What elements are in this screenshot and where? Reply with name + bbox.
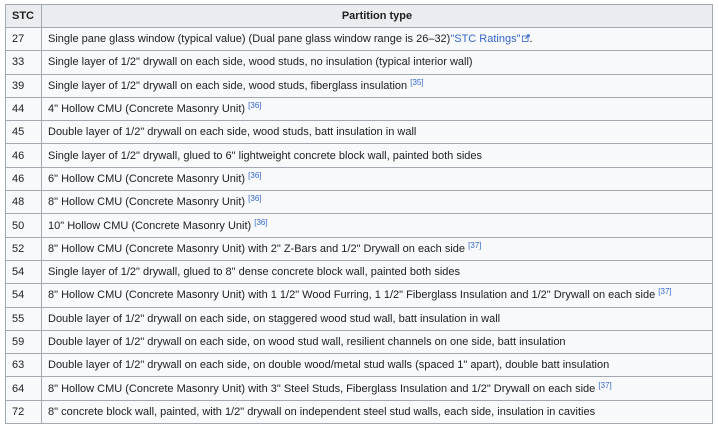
table-row: 54 8" Hollow CMU (Concrete Masonry Unit) … — [5, 283, 713, 308]
partition-type-cell: Double layer of 1/2" drywall on each sid… — [41, 306, 713, 331]
partition-type-text: 8" Hollow CMU (Concrete Masonry Unit) wi… — [48, 382, 596, 395]
partition-type-cell: 10" Hollow CMU (Concrete Masonry Unit) [… — [41, 213, 713, 238]
citation-link[interactable]: [36] — [248, 194, 261, 203]
partition-type-text: 8" concrete block wall, painted, with 1/… — [48, 405, 596, 418]
partition-type-text: Double layer of 1/2" drywall on each sid… — [48, 312, 501, 325]
partition-type-text: 10" Hollow CMU (Concrete Masonry Unit) — [48, 219, 252, 232]
table-row: 39 Single layer of 1/2" drywall on each s… — [5, 73, 713, 98]
table-row: 63 Double layer of 1/2" drywall on each s… — [5, 353, 713, 378]
table-row: 27 Single pane glass window (typical valu… — [5, 26, 713, 52]
stc-value: 52 — [5, 236, 42, 261]
citation-ref: [37] — [468, 241, 481, 250]
external-link-label: "STC Ratings" — [450, 33, 521, 46]
partition-type-cell: 8" Hollow CMU (Concrete Masonry Unit) wi… — [41, 283, 713, 308]
stc-value: 46 — [5, 143, 42, 168]
partition-type-cell: Double layer of 1/2" drywall on each sid… — [41, 120, 713, 145]
stc-value: 39 — [5, 73, 42, 98]
partition-type-cell: Double layer of 1/2" drywall on each sid… — [41, 329, 713, 355]
citation-ref: [36] — [248, 101, 261, 110]
stc-value: 64 — [5, 376, 42, 401]
citation-ref: [37] — [658, 287, 671, 296]
partition-type-cell: 8" Hollow CMU (Concrete Masonry Unit) wi… — [41, 376, 713, 401]
stc-value: 33 — [5, 50, 42, 75]
partition-type-text: 8" Hollow CMU (Concrete Masonry Unit) wi… — [48, 242, 466, 255]
partition-type-text: Single layer of 1/2" drywall, glued to 8… — [48, 266, 460, 279]
stc-value: 48 — [5, 190, 42, 215]
stc-value: 54 — [5, 283, 42, 308]
partition-type-text: Double layer of 1/2" drywall on each sid… — [48, 336, 566, 348]
partition-type-text: Single layer of 1/2" drywall, glued to 6… — [48, 149, 483, 162]
stc-value: 50 — [5, 213, 42, 238]
citation-link[interactable]: [37] — [468, 241, 481, 250]
stc-value: 54 — [5, 259, 42, 285]
partition-type-text: Double layer of 1/2" drywall on each sid… — [48, 126, 417, 139]
table-row: 46 Single layer of 1/2" drywall, glued to… — [5, 143, 713, 168]
citation-link[interactable]: [37] — [658, 287, 671, 296]
table-row: 44 4" Hollow CMU (Concrete Masonry Unit) … — [5, 96, 713, 122]
table-row: 55 Double layer of 1/2" drywall on each s… — [5, 306, 713, 331]
table-row: 33 Single layer of 1/2" drywall on each s… — [5, 50, 713, 75]
table-row: 46 6" Hollow CMU (Concrete Masonry Unit) … — [5, 166, 713, 192]
table-row: 54 Single layer of 1/2" drywall, glued to… — [5, 259, 713, 285]
stc-value: 46 — [5, 166, 42, 192]
stc-ratings-table: STC Partition type 27 Single pane glass w… — [5, 4, 713, 425]
partition-type-text: 8" Hollow CMU (Concrete Masonry Unit) wi… — [48, 289, 656, 302]
table-row: 52 8" Hollow CMU (Concrete Masonry Unit) … — [5, 236, 713, 261]
citation-ref: [36] — [254, 218, 267, 227]
partition-type-cell: 4" Hollow CMU (Concrete Masonry Unit) [3… — [41, 96, 713, 122]
table-row: 50 10" Hollow CMU (Concrete Masonry Unit)… — [5, 213, 713, 238]
partition-type-text: 4" Hollow CMU (Concrete Masonry Unit) — [48, 103, 246, 116]
table-row: 45 Double layer of 1/2" drywall on each s… — [5, 120, 713, 145]
column-header-partition-type[interactable]: Partition type — [41, 4, 713, 28]
partition-type-text: Single pane glass window (typical value)… — [48, 33, 451, 46]
stc-value: 72 — [5, 399, 42, 425]
citation-ref: [35] — [410, 78, 423, 87]
citation-link[interactable]: [36] — [248, 101, 261, 110]
table-row: 59 Double layer of 1/2" drywall on each s… — [5, 329, 713, 355]
stc-value: 55 — [5, 306, 42, 331]
table-header-row: STC Partition type — [5, 4, 713, 28]
table-row: 64 8" Hollow CMU (Concrete Masonry Unit) … — [5, 376, 713, 401]
citation-ref: [36] — [248, 194, 261, 203]
table-body: 27 Single pane glass window (typical valu… — [5, 26, 713, 425]
partition-type-text: Single layer of 1/2" drywall on each sid… — [48, 79, 408, 92]
partition-type-cell: Single layer of 1/2" drywall on each sid… — [41, 50, 713, 75]
stc-value: 44 — [5, 96, 42, 122]
citation-link[interactable]: [36] — [254, 218, 267, 227]
partition-type-text: 6" Hollow CMU (Concrete Masonry Unit) — [48, 172, 246, 185]
stc-value: 59 — [5, 329, 42, 355]
partition-type-cell: 8" Hollow CMU (Concrete Masonry Unit) wi… — [41, 236, 713, 261]
column-header-stc[interactable]: STC — [5, 4, 42, 28]
partition-type-cell: Single layer of 1/2" drywall, glued to 6… — [41, 143, 713, 168]
citation-link[interactable]: [37] — [598, 381, 611, 390]
table-row: 72 8" concrete block wall, painted, with … — [5, 399, 713, 425]
partition-type-cell: 8" Hollow CMU (Concrete Masonry Unit) [3… — [41, 190, 713, 215]
partition-type-cell: 8" concrete block wall, painted, with 1/… — [41, 399, 713, 425]
partition-type-text: 8" Hollow CMU (Concrete Masonry Unit) — [48, 196, 246, 209]
citation-link[interactable]: [36] — [248, 171, 261, 180]
partition-type-text: Single layer of 1/2" drywall on each sid… — [48, 56, 473, 69]
partition-type-cell: 6" Hollow CMU (Concrete Masonry Unit) [3… — [41, 166, 713, 192]
external-link-icon — [521, 34, 530, 43]
partition-type-cell: Single layer of 1/2" drywall, glued to 8… — [41, 259, 713, 285]
partition-type-text: Double layer of 1/2" drywall on each sid… — [48, 359, 610, 372]
partition-type-cell: Double layer of 1/2" drywall on each sid… — [41, 353, 713, 378]
stc-table-container: STC Partition type 27 Single pane glass w… — [5, 4, 713, 425]
citation-ref: [36] — [248, 171, 261, 180]
partition-type-cell: Single layer of 1/2" drywall on each sid… — [41, 73, 713, 98]
table-row: 48 8" Hollow CMU (Concrete Masonry Unit) … — [5, 190, 713, 215]
stc-value: 45 — [5, 120, 42, 145]
partition-type-cell: Single pane glass window (typical value)… — [41, 26, 713, 52]
stc-ratings-external-link[interactable]: "STC Ratings" — [450, 33, 530, 46]
stc-value: 63 — [5, 353, 42, 378]
citation-ref: [37] — [598, 381, 611, 390]
citation-link[interactable]: [35] — [410, 78, 423, 87]
stc-value: 27 — [5, 26, 42, 52]
